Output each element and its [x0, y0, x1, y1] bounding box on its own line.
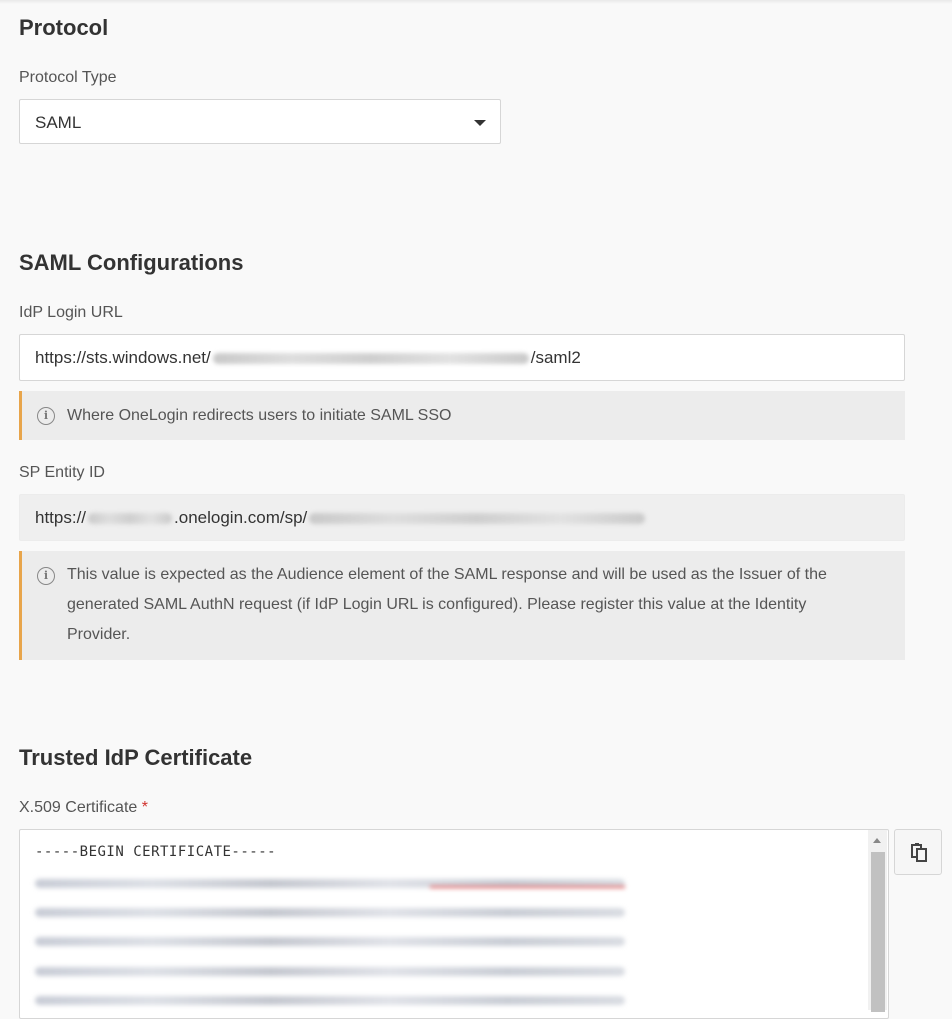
required-mark: *	[141, 799, 148, 816]
idp-login-url-hint-text: Where OneLogin redirects users to initia…	[67, 407, 452, 424]
protocol-type-value: SAML	[35, 113, 82, 132]
redacted-certificate-line	[35, 937, 625, 946]
x509-certificate-textarea[interactable]: -----BEGIN CERTIFICATE-----	[19, 829, 889, 1019]
idp-login-url-label: IdP Login URL	[19, 304, 123, 321]
top-shadow	[0, 0, 952, 4]
scrollbar-thumb[interactable]	[871, 852, 885, 1012]
chevron-down-icon	[474, 120, 486, 126]
trusted-idp-certificate-heading: Trusted IdP Certificate	[19, 745, 253, 770]
redacted-certificate-line	[35, 967, 625, 976]
copy-certificate-button[interactable]	[894, 829, 942, 875]
info-icon: i	[37, 567, 55, 585]
idp-login-url-hint: i Where OneLogin redirects users to init…	[19, 391, 905, 440]
sp-entity-id-hint-text: This value is expected as the Audience e…	[67, 566, 827, 643]
redacted-certificate-line	[35, 879, 625, 888]
sp-entity-id-label: SP Entity ID	[19, 464, 105, 481]
protocol-type-label: Protocol Type	[19, 69, 117, 86]
sp-entity-id-hint: i This value is expected as the Audience…	[19, 551, 905, 660]
sp-entity-id-middle: .onelogin.com/sp/	[174, 508, 308, 527]
idp-login-url-input[interactable]: https://sts.windows.net/ /saml2	[19, 334, 905, 381]
saml-configurations-heading: SAML Configurations	[19, 250, 244, 275]
certificate-scrollbar[interactable]	[868, 830, 887, 1012]
x509-certificate-label: X.509 Certificate *	[19, 799, 148, 817]
redacted-certificate-line	[35, 908, 625, 917]
redacted-subdomain	[88, 513, 173, 525]
redacted-certificate-line	[35, 996, 625, 1005]
info-icon: i	[37, 407, 55, 425]
certificate-begin-line: -----BEGIN CERTIFICATE-----	[35, 844, 277, 860]
x509-certificate-label-text: X.509 Certificate	[19, 799, 138, 816]
protocol-type-select[interactable]: SAML	[19, 99, 501, 144]
redacted-tenant-id	[212, 353, 529, 365]
sp-entity-id-field: https:// .onelogin.com/sp/	[19, 494, 905, 541]
scroll-up-arrow-icon[interactable]	[873, 838, 881, 843]
redacted-entity-guid	[309, 513, 646, 525]
protocol-heading: Protocol	[19, 15, 109, 40]
copy-icon	[911, 843, 927, 862]
idp-login-url-prefix: https://sts.windows.net/	[35, 348, 211, 367]
sp-entity-id-prefix: https://	[35, 508, 87, 527]
idp-login-url-suffix: /saml2	[530, 348, 581, 367]
